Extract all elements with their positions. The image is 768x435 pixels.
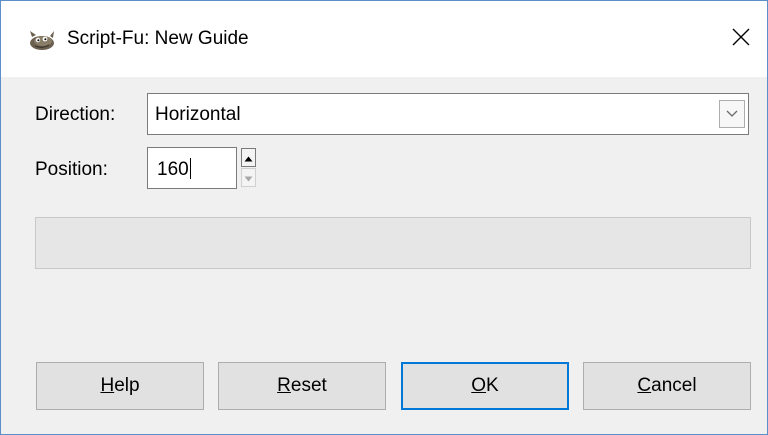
direction-label: Direction:	[35, 104, 116, 125]
position-value: 160	[157, 159, 189, 180]
spin-down-button[interactable]	[241, 168, 256, 187]
text-caret	[189, 158, 191, 179]
help-mnemonic: H	[100, 375, 115, 396]
title-bar: Script-Fu: New Guide	[1, 1, 767, 77]
cancel-button[interactable]: Cancel	[583, 362, 751, 410]
help-button[interactable]: Help	[36, 362, 204, 410]
arrow-down-icon	[244, 169, 253, 187]
cancel-label-rest: ancel	[651, 375, 697, 396]
spin-up-button[interactable]	[241, 148, 256, 167]
close-button[interactable]	[721, 20, 761, 58]
dialog-window: Script-Fu: New Guide Direction: Horizont…	[0, 0, 768, 435]
window-title: Script-Fu: New Guide	[67, 28, 249, 49]
gimp-wilber-icon	[27, 29, 57, 51]
ok-label-rest: K	[486, 375, 499, 396]
arrow-up-icon	[244, 149, 253, 167]
reset-label-rest: eset	[290, 375, 327, 396]
direction-dropdown[interactable]: Horizontal	[147, 93, 749, 135]
cancel-mnemonic: C	[637, 375, 652, 396]
close-icon	[732, 28, 750, 51]
ok-button[interactable]: OK	[401, 362, 569, 410]
position-label: Position:	[35, 159, 108, 180]
progress-bar	[35, 217, 751, 269]
direction-value: Horizontal	[155, 104, 241, 125]
reset-mnemonic: R	[277, 375, 291, 396]
chevron-down-icon	[726, 105, 738, 123]
ok-mnemonic: O	[471, 375, 487, 396]
dropdown-arrow-button[interactable]	[719, 100, 745, 128]
reset-button[interactable]: Reset	[218, 362, 386, 410]
help-label-rest: elp	[114, 375, 140, 396]
position-input[interactable]: 160	[147, 147, 237, 189]
